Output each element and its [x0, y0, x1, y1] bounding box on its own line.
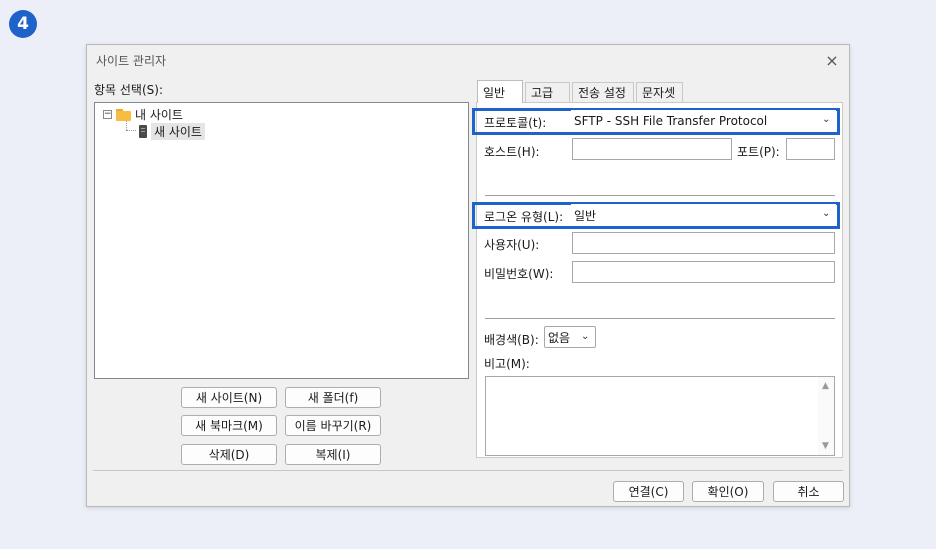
logon-type-label: 로그온 유형(L): — [484, 210, 564, 224]
protocol-label: 프로토콜(t): — [484, 116, 547, 130]
tree-connector — [126, 121, 127, 130]
logon-type-select[interactable]: 일반 ⌄ — [571, 204, 836, 226]
host-label: 호스트(H): — [484, 145, 540, 159]
protocol-value: SFTP - SSH File Transfer Protocol — [574, 114, 768, 128]
tree-item-new-site[interactable]: 새 사이트 — [139, 123, 205, 140]
comment-textarea[interactable]: ▲ ▼ — [485, 376, 835, 456]
comment-label: 비고(M): — [484, 357, 530, 371]
port-label: 포트(P): — [737, 145, 780, 159]
protocol-select[interactable]: SFTP - SSH File Transfer Protocol ⌄ — [571, 110, 836, 132]
server-icon — [139, 125, 147, 138]
chevron-down-icon: ⌄ — [581, 331, 590, 342]
rename-button[interactable]: 이름 바꾸기(R) — [285, 415, 381, 436]
chevron-down-icon: ⌄ — [822, 208, 831, 219]
tree-label: 항목 선택(S): — [94, 83, 163, 97]
connect-button[interactable]: 연결(C) — [613, 481, 684, 502]
bgcolor-select[interactable]: 없음 ⌄ — [544, 326, 596, 348]
tree-item-label: 내 사이트 — [135, 108, 183, 122]
tab-charset[interactable]: 문자셋 — [636, 82, 683, 102]
bgcolor-label: 배경색(B): — [484, 333, 539, 347]
bgcolor-value: 없음 — [548, 330, 571, 345]
separator — [485, 195, 835, 196]
delete-button[interactable]: 삭제(D) — [181, 444, 277, 465]
tree-item-my-sites[interactable]: − 내 사이트 — [103, 106, 183, 123]
folder-icon — [116, 108, 131, 121]
separator — [485, 318, 835, 319]
tab-general[interactable]: 일반 — [477, 80, 523, 103]
step-number-badge: 4 — [9, 10, 37, 38]
cancel-button[interactable]: 취소 — [773, 481, 844, 502]
title-bar: 사이트 관리자 × — [87, 45, 849, 75]
new-site-button[interactable]: 새 사이트(N) — [181, 387, 277, 408]
close-icon[interactable]: × — [821, 49, 843, 71]
ok-button[interactable]: 확인(O) — [692, 481, 764, 502]
host-input[interactable] — [572, 138, 732, 160]
new-folder-button[interactable]: 새 폴더(f) — [285, 387, 381, 408]
user-input[interactable] — [572, 232, 835, 254]
site-tree[interactable]: − 내 사이트 새 사이트 — [94, 102, 469, 379]
tree-connector — [126, 130, 136, 131]
chevron-down-icon: ⌄ — [822, 114, 831, 125]
user-label: 사용자(U): — [484, 238, 540, 252]
port-input[interactable] — [786, 138, 835, 160]
new-bookmark-button[interactable]: 새 북마크(M) — [181, 415, 277, 436]
scrollbar[interactable]: ▲ ▼ — [818, 377, 834, 455]
tab-transfer-settings[interactable]: 전송 설정 — [572, 82, 634, 102]
duplicate-button[interactable]: 복제(I) — [285, 444, 381, 465]
scroll-up-icon[interactable]: ▲ — [822, 381, 829, 391]
collapse-icon[interactable]: − — [103, 110, 112, 119]
tree-item-label: 새 사이트 — [151, 123, 205, 140]
site-manager-dialog: 사이트 관리자 × 항목 선택(S): − 내 사이트 새 사이트 새 사이트(… — [86, 44, 850, 507]
password-input[interactable] — [572, 261, 835, 283]
logon-type-value: 일반 — [574, 208, 597, 223]
dialog-title: 사이트 관리자 — [96, 54, 167, 68]
tab-advanced[interactable]: 고급 — [525, 82, 570, 102]
scroll-down-icon[interactable]: ▼ — [822, 441, 829, 451]
password-label: 비밀번호(W): — [484, 267, 554, 281]
footer-separator — [93, 470, 843, 471]
